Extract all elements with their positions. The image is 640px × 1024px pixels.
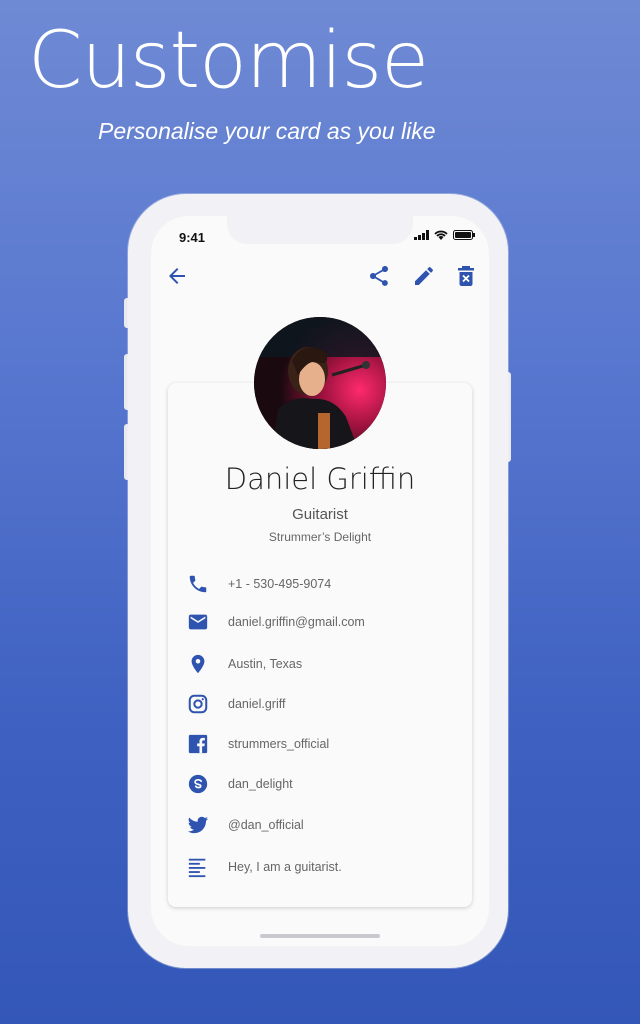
contact-value: dan_delight <box>228 777 293 791</box>
contact-row-phone[interactable]: +1 - 530-495-9074 <box>186 570 331 598</box>
facebook-icon <box>186 732 210 756</box>
share-button[interactable] <box>364 261 394 291</box>
subheadline: Personalise your card as you like <box>98 118 436 144</box>
contact-row-skype[interactable]: dan_delight <box>186 770 293 798</box>
phone-notch <box>227 216 413 244</box>
signal-icon <box>414 230 429 240</box>
instagram-icon <box>186 692 210 716</box>
contact-value: Austin, Texas <box>228 657 303 671</box>
contact-value: Hey, I am a guitarist. <box>228 860 342 874</box>
back-button[interactable] <box>162 261 192 291</box>
twitter-icon <box>186 813 210 837</box>
phone-icon <box>186 572 210 596</box>
status-time: 9:41 <box>179 230 206 245</box>
location-icon <box>186 652 210 676</box>
contact-row-instagram[interactable]: daniel.griff <box>186 690 285 718</box>
contact-value: +1 - 530-495-9074 <box>228 577 332 591</box>
contact-row-location[interactable]: Austin, Texas <box>186 650 302 678</box>
pencil-icon <box>415 267 433 285</box>
profile-title: Guitarist <box>292 506 348 523</box>
contact-row-twitter[interactable]: @dan_official <box>186 811 304 839</box>
home-indicator[interactable] <box>260 934 380 938</box>
arrow-left-icon <box>169 268 185 284</box>
contact-row-facebook[interactable]: strummers_official <box>186 730 329 758</box>
profile-company: Strummer’s Delight <box>268 530 372 544</box>
email-icon <box>186 610 210 634</box>
contact-row-email[interactable]: daniel.griffin@gmail.com <box>186 608 365 636</box>
contact-value: strummers_official <box>228 737 330 751</box>
phone-screen: 9:41 Daniel Griffin Guitarist Strummer’s… <box>151 216 489 946</box>
skype-icon <box>186 772 210 796</box>
share-icon <box>370 266 388 286</box>
headline: Customise <box>28 16 429 106</box>
contact-value: @dan_official <box>228 818 304 832</box>
delete-icon <box>458 266 474 286</box>
edit-button[interactable] <box>409 261 439 291</box>
contact-value: daniel.griffin@gmail.com <box>228 615 365 629</box>
contact-value: daniel.griff <box>228 697 286 711</box>
delete-button[interactable] <box>451 261 481 291</box>
battery-icon <box>453 230 475 240</box>
wifi-icon <box>434 230 448 240</box>
status-icons <box>414 230 475 240</box>
profile-name: Daniel Griffin <box>224 462 416 496</box>
avatar-photo <box>254 317 386 449</box>
contact-row-notes[interactable]: Hey, I am a guitarist. <box>186 853 342 881</box>
avatar <box>254 317 386 449</box>
notes-icon <box>186 855 210 879</box>
